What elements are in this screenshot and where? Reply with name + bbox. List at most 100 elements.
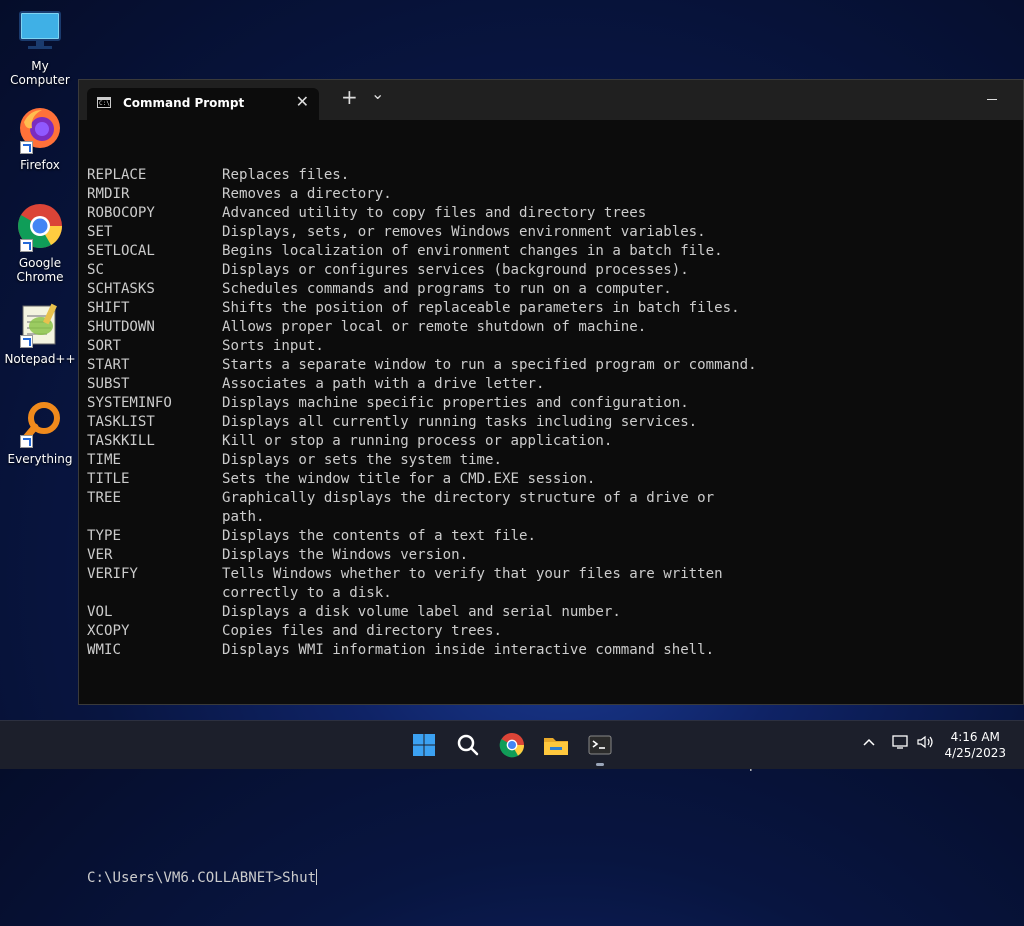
minimize-button[interactable] xyxy=(985,84,999,104)
command-name: TASKLIST xyxy=(87,414,155,430)
command-row: SHIFT Shifts the position of replaceable … xyxy=(87,299,1015,318)
command-row: XCOPY Copies files and directory trees. xyxy=(87,622,1015,641)
clock[interactable]: 4:16 AM 4/25/2023 xyxy=(944,729,1006,761)
command-description: Displays WMI information inside interact… xyxy=(222,642,715,658)
show-hidden-icons[interactable] xyxy=(862,735,876,752)
terminal-window[interactable]: C:\ Command Prompt ✕ + ⌄ REPLACE Replaces… xyxy=(78,79,1024,886)
command-row: correctly to a disk. xyxy=(87,584,1015,603)
desktop-icon-label: Firefox xyxy=(20,158,60,172)
prompt-path: C:\Users\VM6.COLLABNET> xyxy=(87,870,283,886)
command-row: SET Displays, sets, or removes Windows en… xyxy=(87,223,1015,242)
desktop-icon-firefox[interactable]: Firefox xyxy=(0,104,80,172)
shortcut-arrow-icon xyxy=(20,435,33,448)
prompt-line[interactable]: C:\Users\VM6.COLLABNET>Shut xyxy=(87,869,1015,888)
tab-title: Command Prompt xyxy=(123,96,245,110)
command-description: Kill or stop a running process or applic… xyxy=(222,433,613,449)
command-description: path. xyxy=(222,509,265,525)
windows-logo-icon xyxy=(413,734,435,756)
command-description: Displays or sets the system time. xyxy=(222,452,503,468)
command-row: TYPE Displays the contents of a text file… xyxy=(87,527,1015,546)
tab-command-prompt[interactable]: C:\ Command Prompt ✕ xyxy=(87,88,319,120)
command-description: Begins localization of environment chang… xyxy=(222,243,723,259)
search-button[interactable] xyxy=(452,729,484,761)
title-bar[interactable]: C:\ Command Prompt ✕ + ⌄ xyxy=(79,80,1023,120)
command-name: SORT xyxy=(87,338,121,354)
folder-icon xyxy=(544,738,568,755)
taskbar-chrome[interactable] xyxy=(496,729,528,761)
clock-time: 4:16 AM xyxy=(950,730,1000,744)
command-row: TREE Graphically displays the directory s… xyxy=(87,489,1015,508)
command-description: Displays or configures services (backgro… xyxy=(222,262,689,278)
desktop-icon-my-computer[interactable]: My Computer xyxy=(0,10,80,87)
shortcut-arrow-icon xyxy=(20,335,33,348)
desktop-icon-everything[interactable]: Everything xyxy=(0,400,80,466)
command-description: Sets the window title for a CMD.EXE sess… xyxy=(222,471,596,487)
volume-control[interactable] xyxy=(916,734,934,753)
command-description: Displays the contents of a text file. xyxy=(222,528,536,544)
command-name: SHIFT xyxy=(87,300,130,316)
shortcut-arrow-icon xyxy=(20,239,33,252)
command-row: VOL Displays a disk volume label and seri… xyxy=(87,603,1015,622)
command-row: VERIFY Tells Windows whether to verify th… xyxy=(87,565,1015,584)
monitor-icon xyxy=(19,11,61,49)
desktop-icon-label: Everything xyxy=(7,452,73,466)
command-description: Copies files and directory trees. xyxy=(222,623,503,639)
command-name: SET xyxy=(87,224,113,240)
chevron-down-icon[interactable]: ⌄ xyxy=(371,86,384,102)
command-name: SUBST xyxy=(87,376,130,392)
command-row: SC Displays or configures services (backg… xyxy=(87,261,1015,280)
command-name: TITLE xyxy=(87,471,130,487)
command-name: SHUTDOWN xyxy=(87,319,155,335)
command-list: REPLACE Replaces files. RMDIR Removes a dir… xyxy=(87,166,1015,660)
command-description: Displays a disk volume label and serial … xyxy=(222,604,621,620)
command-description: Tells Windows whether to verify that you… xyxy=(222,566,723,582)
command-description: Displays, sets, or removes Windows envir… xyxy=(222,224,706,240)
command-name: SC xyxy=(87,262,104,278)
taskbar-terminal[interactable] xyxy=(584,729,616,766)
command-description: Shifts the position of replaceable param… xyxy=(222,300,740,316)
command-row: TIME Displays or sets the system time. xyxy=(87,451,1015,470)
command-row: ROBOCOPY Advanced utility to copy files a… xyxy=(87,204,1015,223)
command-name: TASKKILL xyxy=(87,433,155,449)
desktop-icon-label: Notepad++ xyxy=(4,352,76,366)
command-row: WMIC Displays WMI information inside inte… xyxy=(87,641,1015,660)
command-description: Displays machine specific properties and… xyxy=(222,395,689,411)
command-row: VER Displays the Windows version. xyxy=(87,546,1015,565)
command-description: correctly to a disk. xyxy=(222,585,392,601)
command-name: RMDIR xyxy=(87,186,130,202)
command-input[interactable]: Shut xyxy=(282,870,316,886)
command-description: Removes a directory. xyxy=(222,186,392,202)
desktop-icon-notepad-plus-plus[interactable]: Notepad++ xyxy=(0,302,80,366)
command-row: REPLACE Replaces files. xyxy=(87,166,1015,185)
new-tab-button[interactable]: + xyxy=(341,87,358,107)
console-output[interactable]: REPLACE Replaces files. RMDIR Removes a dir… xyxy=(87,128,1015,886)
desktop-icon-label: Google Chrome xyxy=(16,256,64,284)
command-description: Replaces files. xyxy=(222,167,350,183)
command-description: Displays the Windows version. xyxy=(222,547,469,563)
command-row: START Starts a separate window to run a s… xyxy=(87,356,1015,375)
command-row: RMDIR Removes a directory. xyxy=(87,185,1015,204)
command-row: SHUTDOWN Allows proper local or remote sh… xyxy=(87,318,1015,337)
command-row: SUBST Associates a path with a drive lett… xyxy=(87,375,1015,394)
desktop-icon-google-chrome[interactable]: Google Chrome xyxy=(0,202,80,284)
command-row: SETLOCAL Begins localization of environme… xyxy=(87,242,1015,261)
chevron-up-icon xyxy=(863,738,875,746)
close-tab-icon[interactable]: ✕ xyxy=(296,93,309,111)
command-description: Sorts input. xyxy=(222,338,324,354)
command-name: VER xyxy=(87,547,113,563)
speaker-icon xyxy=(917,735,933,749)
command-description: Displays all currently running tasks inc… xyxy=(222,414,698,430)
command-description: Schedules commands and programs to run o… xyxy=(222,281,672,297)
start-button[interactable] xyxy=(408,729,440,761)
command-name: SCHTASKS xyxy=(87,281,155,297)
network-status[interactable] xyxy=(892,734,910,753)
taskbar-file-explorer[interactable] xyxy=(540,729,572,761)
running-indicator xyxy=(596,763,604,766)
command-row: TASKKILL Kill or stop a running process o… xyxy=(87,432,1015,451)
command-name: SYSTEMINFO xyxy=(87,395,172,411)
network-icon xyxy=(892,735,908,749)
chrome-icon xyxy=(499,733,525,758)
command-name: REPLACE xyxy=(87,167,147,183)
